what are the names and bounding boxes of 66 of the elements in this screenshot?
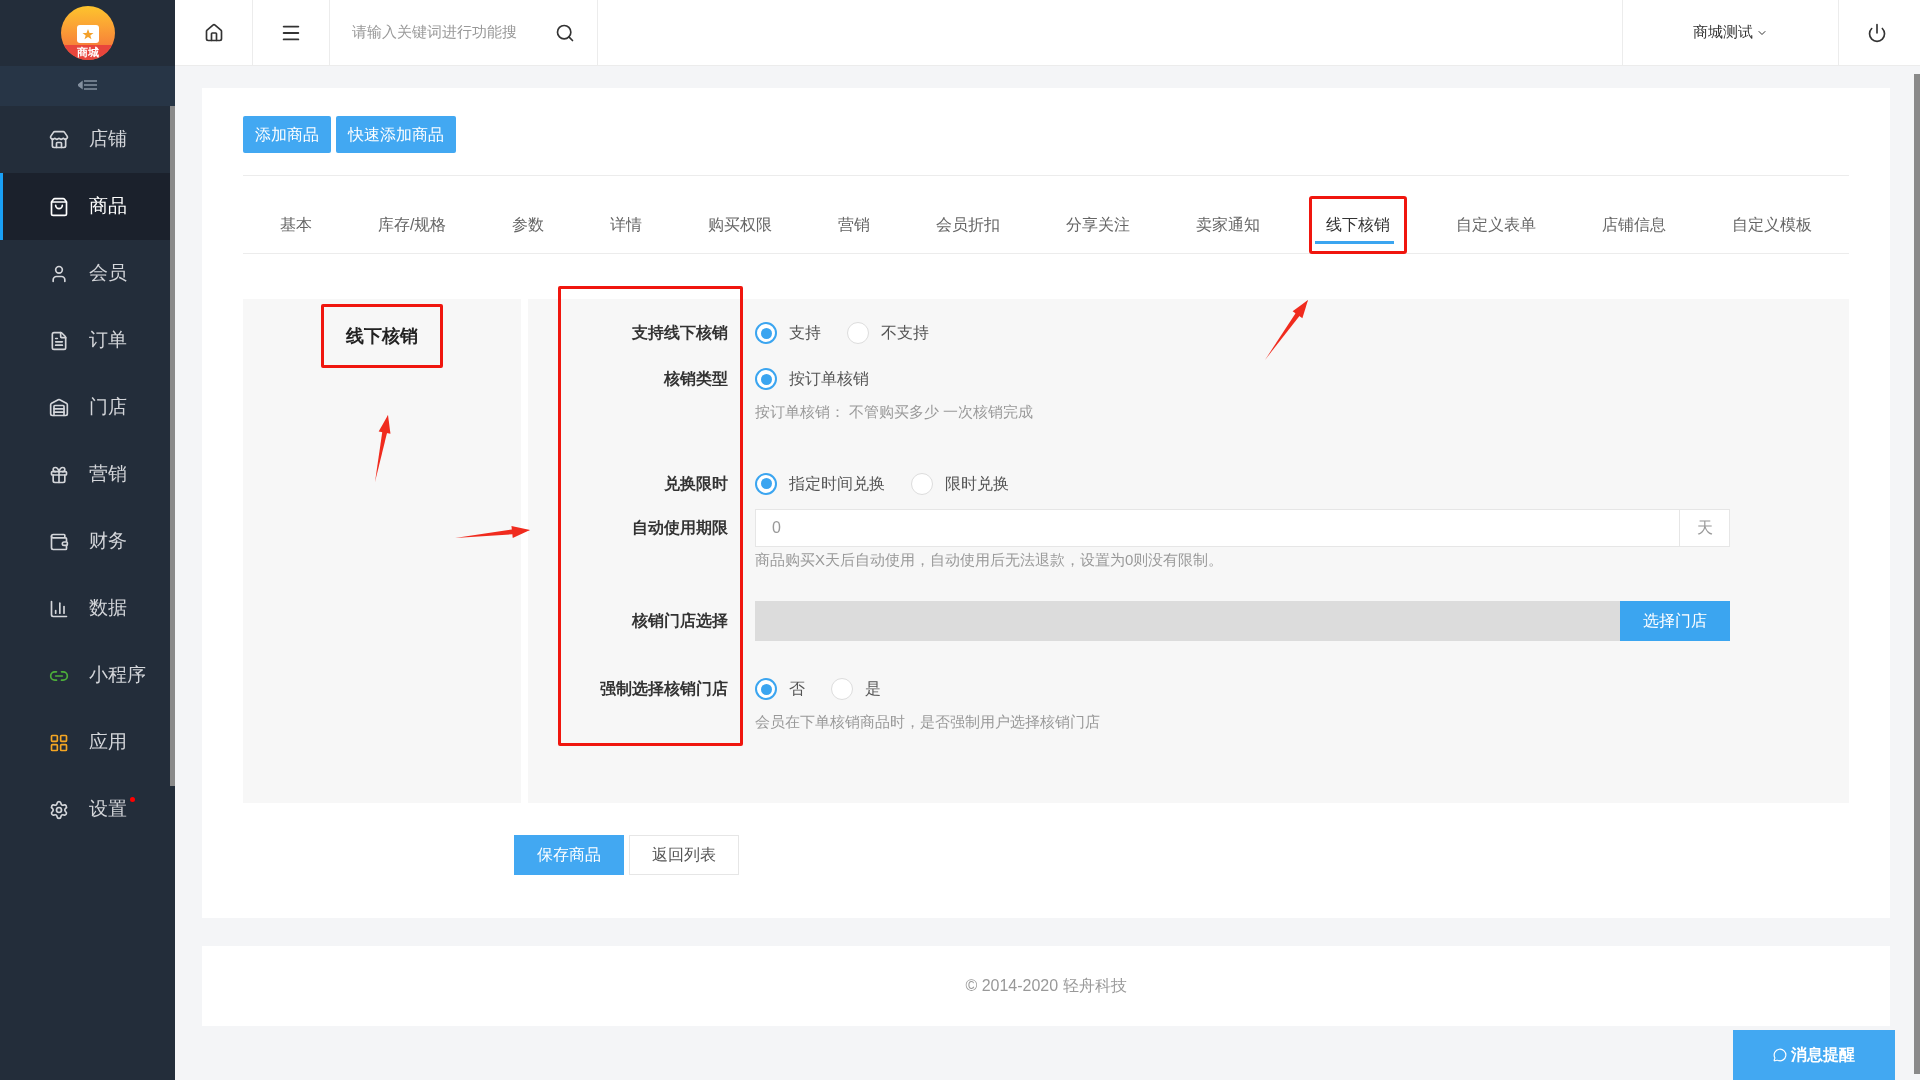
field-label: 兑换限时 — [664, 473, 728, 494]
annotation-arrow — [375, 415, 391, 482]
radio-button[interactable] — [755, 322, 777, 344]
grid-icon — [49, 732, 69, 753]
tab[interactable]: 线下核销 — [1309, 196, 1408, 254]
tab[interactable]: 营销 — [821, 196, 888, 254]
sidebar-item[interactable]: 商品 — [0, 173, 170, 240]
tab[interactable]: 基本 — [263, 196, 329, 254]
radio-label: 指定时间兑换 — [789, 473, 885, 494]
sidebar-item[interactable]: 应用 — [0, 709, 170, 776]
settings-icon — [49, 799, 69, 820]
search-field[interactable]: 请输入关键词进行功能搜 — [352, 21, 542, 44]
tab[interactable]: 分享关注 — [1049, 196, 1148, 254]
store-icon — [49, 129, 69, 150]
tab[interactable]: 自定义模板 — [1714, 196, 1829, 254]
chat-icon — [1773, 1048, 1787, 1062]
radio-button[interactable] — [755, 368, 777, 390]
section-title: 线下核销 — [321, 304, 443, 368]
radio-label: 按订单核销 — [789, 369, 869, 389]
gift-icon — [49, 464, 69, 485]
field-label: 核销门店选择 — [632, 611, 728, 631]
radio-button[interactable] — [755, 472, 777, 495]
user-icon — [49, 263, 69, 284]
unit-label: 天 — [1680, 508, 1730, 547]
sidebar-item[interactable]: 门店 — [0, 374, 170, 441]
hint-text: 会员在下单核销商品时，是否强制用户选择核销门店 — [755, 712, 1100, 732]
field-label: 支持线下核销 — [632, 323, 728, 343]
bar-chart-icon — [49, 598, 69, 619]
tab[interactable]: 参数 — [495, 196, 562, 254]
tab[interactable]: 详情 — [593, 196, 660, 254]
sidebar-item[interactable]: 店铺 — [0, 106, 170, 173]
sidebar-item[interactable]: 小程序 — [0, 642, 170, 709]
money-bag-icon — [49, 531, 69, 552]
copyright-text: © 2014-2020 轻舟科技 — [965, 976, 1127, 996]
field-label: 核销类型 — [664, 369, 728, 389]
hint-text: 商品购买X天后自动使用，自动使用后无法退款，设置为0则没有限制。 — [755, 549, 1225, 570]
user-menu[interactable]: 商城测试 — [1622, 0, 1838, 65]
tab[interactable]: 会员折扣 — [919, 196, 1018, 254]
sidebar-item[interactable]: 财务 — [0, 508, 170, 575]
sidebar-item[interactable]: 设置 — [0, 776, 170, 843]
radio-label: 不支持 — [881, 323, 929, 343]
tab[interactable]: 库存/规格 — [360, 196, 464, 254]
shop-logo: 商城 — [60, 6, 115, 60]
field-label: 自动使用期限 — [632, 517, 728, 538]
annotation-arrow — [1265, 300, 1308, 360]
radio-label: 是 — [865, 679, 881, 699]
power-icon[interactable] — [1866, 22, 1887, 43]
radio-label: 支持 — [789, 323, 821, 343]
tab[interactable]: 自定义表单 — [1439, 196, 1553, 254]
tab[interactable]: 店铺信息 — [1584, 196, 1683, 254]
field-label: 强制选择核销门店 — [600, 679, 728, 699]
sidebar-item[interactable]: 数据 — [0, 575, 170, 642]
tab[interactable]: 卖家通知 — [1179, 196, 1278, 254]
radio-button[interactable] — [755, 678, 777, 700]
tab[interactable]: 购买权限 — [691, 196, 790, 254]
radio-label: 限时兑换 — [945, 473, 1009, 494]
search-icon[interactable] — [555, 22, 575, 43]
radio-label: 否 — [789, 679, 805, 699]
collapse-icon[interactable] — [77, 80, 98, 92]
home-icon[interactable] — [203, 22, 224, 43]
sidebar-item[interactable]: 会员 — [0, 240, 170, 307]
back-button[interactable]: 返回列表 — [629, 835, 739, 875]
sidebar-item[interactable]: 订单 — [0, 307, 170, 374]
hint-text: 按订单核销： 不管购买多少 一次核销完成 — [755, 402, 1034, 422]
document-icon — [49, 330, 69, 351]
sidebar-item[interactable]: 营销 — [0, 441, 170, 508]
